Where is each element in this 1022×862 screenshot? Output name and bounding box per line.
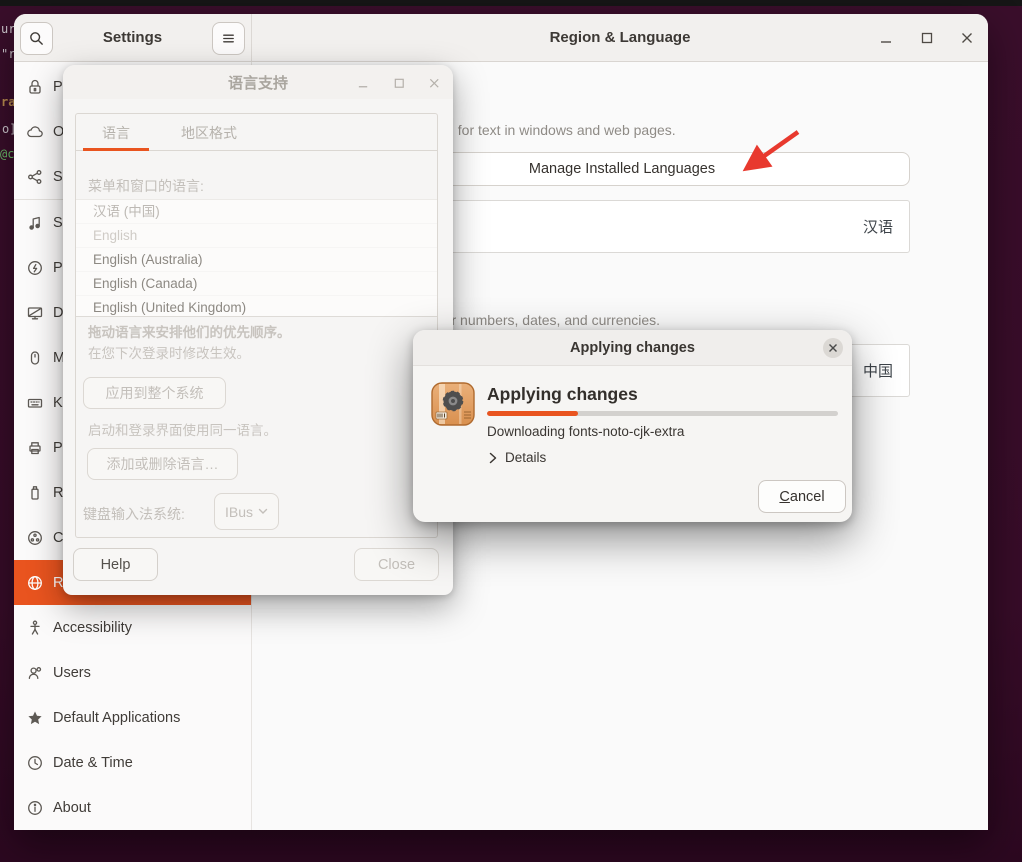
users-icon: [26, 664, 44, 682]
chevron-right-icon: [489, 452, 497, 464]
globe-icon: [26, 574, 44, 592]
drag-hint-line2: 在您下次登录时修改生效。: [88, 342, 250, 362]
language-support-dialog: 语言支持 语言 地区格式 菜单和窗口的语言: 汉语 (中国) English: [63, 65, 453, 595]
tab-bar: 语言 地区格式: [76, 114, 437, 151]
list-item[interactable]: English: [76, 224, 437, 248]
applying-changes-titlebar: Applying changes: [413, 330, 852, 366]
hamburger-icon: [220, 30, 237, 47]
desktop: ur "r ra o] @c Settings Region & Languag…: [0, 0, 1022, 862]
cloud-icon: [26, 123, 44, 141]
close-icon: [960, 31, 974, 45]
display-icon: [26, 304, 44, 322]
language-value: 汉语: [863, 216, 909, 237]
lock-icon: [26, 78, 44, 96]
list-item[interactable]: English (United Kingdom): [76, 296, 437, 317]
maximize-icon: [393, 77, 406, 90]
dialog-close-button[interactable]: [823, 338, 843, 358]
clock-icon: [26, 754, 44, 772]
terminal-fragment: @c: [0, 147, 14, 161]
cancel-button[interactable]: Cancel: [758, 480, 846, 513]
download-status: Downloading fonts-noto-cjk-extra: [487, 424, 684, 439]
software-properties-icon: [431, 382, 475, 426]
maximize-icon: [920, 31, 934, 45]
minimize-button[interactable]: [876, 28, 896, 48]
progress-bar: [487, 411, 838, 416]
chevron-down-icon: [258, 508, 268, 515]
power-icon: [26, 259, 44, 277]
sidebar-item-users[interactable]: Users: [14, 650, 251, 695]
dialog-minimize-button[interactable]: [353, 73, 373, 93]
ime-dropdown[interactable]: IBus: [214, 493, 279, 530]
top-panel: [0, 0, 1022, 6]
accessibility-icon: [26, 619, 44, 637]
tab-language[interactable]: 语言: [83, 114, 149, 151]
language-priority-list[interactable]: 汉语 (中国) English English (Australia) Engl…: [76, 199, 437, 317]
minimize-icon: [357, 77, 370, 90]
music-note-icon: [26, 214, 44, 232]
minimize-icon: [879, 31, 893, 45]
ime-system-label: 键盘输入法系统:: [83, 504, 185, 524]
progress-fill: [487, 411, 578, 416]
star-icon: [26, 709, 44, 727]
maximize-button[interactable]: [917, 28, 937, 48]
language-support-notebook: 语言 地区格式 菜单和窗口的语言: 汉语 (中国) English Englis…: [75, 113, 438, 538]
info-icon: [26, 799, 44, 817]
list-item[interactable]: 汉语 (中国): [76, 200, 437, 224]
menu-button[interactable]: [212, 22, 245, 55]
apply-system-wide-button[interactable]: 应用到整个系统: [83, 377, 226, 409]
sidebar-item-accessibility[interactable]: Accessibility: [14, 605, 251, 650]
dialog-close-action-button[interactable]: Close: [354, 548, 439, 581]
usb-icon: [26, 484, 44, 502]
details-expander[interactable]: Details: [489, 450, 546, 465]
keyboard-icon: [26, 394, 44, 412]
list-item[interactable]: English (Canada): [76, 272, 437, 296]
sidebar-item-about[interactable]: About: [14, 785, 251, 830]
search-icon: [28, 30, 45, 47]
formats-value: 中国: [863, 360, 909, 381]
add-remove-languages-button[interactable]: 添加或删除语言…: [87, 448, 238, 480]
apply-hint: 启动和登录界面使用同一语言。: [88, 419, 277, 439]
color-icon: [26, 529, 44, 547]
list-item[interactable]: English (Australia): [76, 248, 437, 272]
printer-icon: [26, 439, 44, 457]
share-icon: [26, 168, 44, 186]
dialog-title: Applying changes: [413, 340, 852, 356]
search-button[interactable]: [20, 22, 53, 55]
help-button[interactable]: Help: [73, 548, 158, 581]
applying-changes-dialog: Applying changes: [413, 330, 852, 522]
close-icon: [828, 343, 838, 353]
close-button[interactable]: [957, 28, 977, 48]
dialog-close-button[interactable]: [424, 73, 444, 93]
applying-changes-heading: Applying changes: [487, 384, 638, 405]
mouse-icon: [26, 349, 44, 367]
tab-regional-formats[interactable]: 地区格式: [173, 114, 245, 151]
close-icon: [428, 77, 441, 90]
menu-language-label: 菜单和窗口的语言:: [88, 176, 204, 196]
drag-hint-line1: 拖动语言来安排他们的优先顺序。: [88, 321, 291, 341]
sidebar-item-date-time[interactable]: Date & Time: [14, 740, 251, 785]
dialog-maximize-button[interactable]: [389, 73, 409, 93]
annotation-arrow: [700, 118, 810, 188]
sidebar-item-default-applications[interactable]: Default Applications: [14, 695, 251, 740]
